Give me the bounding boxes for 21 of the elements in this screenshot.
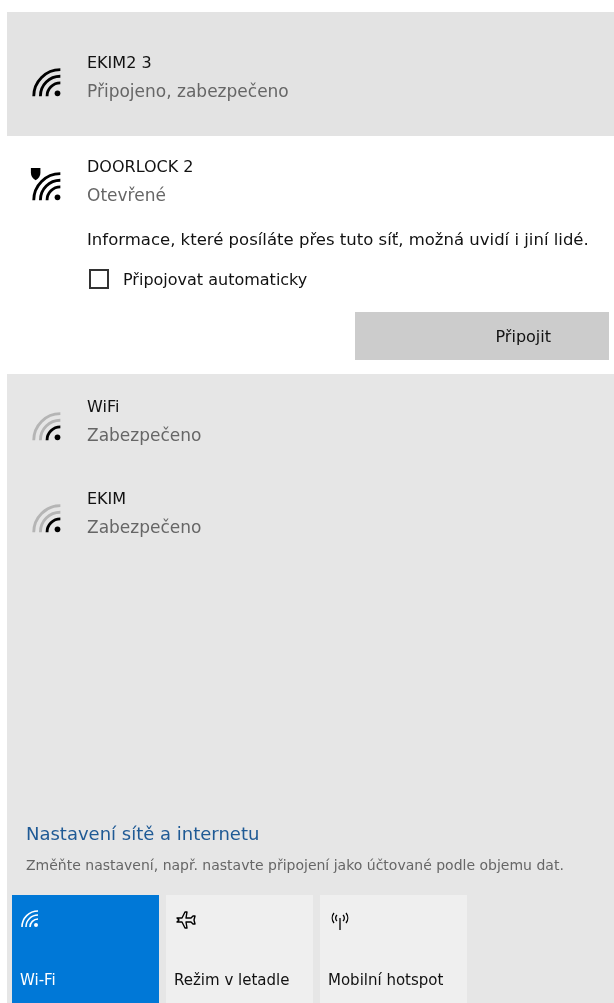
network-item[interactable]: WiFi Zabezpečeno	[7, 374, 614, 466]
wifi-icon	[20, 909, 40, 929]
quick-action-tile[interactable]: Režim v letadle	[166, 895, 313, 1003]
network-status: Zabezpečeno	[87, 424, 202, 447]
settings-description: Změňte nastavení, např. nastavte připojení jako účtované podle objemu dat.	[26, 856, 565, 875]
network-name: EKIM2 3	[87, 52, 153, 74]
network-status: Zabezpečeno	[87, 516, 202, 539]
quick-action-tile[interactable]: Mobilní hotspot	[320, 895, 467, 1003]
network-status: Otevřené	[87, 184, 167, 207]
network-item[interactable]: DOORLOCK 2 Otevřené Informace, které posíláte přes tuto síť, možná uvidí i jiní lidé. Připojovat automaticky Připojit	[7, 136, 614, 374]
network-item[interactable]: EKIM Zabezpečeno	[7, 466, 614, 558]
settings-link[interactable]: Nastavení sítě a internetu	[26, 823, 614, 844]
connect-button[interactable]: Připojit	[355, 312, 609, 360]
warning-text: Informace, které posíláte přes tuto síť, možná uvidí i jiní lidé.	[87, 229, 590, 251]
checkbox-label: Připojovat automaticky	[123, 269, 308, 289]
network-name: DOORLOCK 2	[87, 156, 194, 178]
network-status: Připojeno, zabezpečeno	[87, 80, 289, 103]
network-name: WiFi	[87, 396, 121, 418]
checkbox[interactable]	[89, 269, 109, 289]
quick-action-tile[interactable]: Wi-Fi	[12, 895, 159, 1003]
network-name: EKIM	[87, 488, 128, 510]
